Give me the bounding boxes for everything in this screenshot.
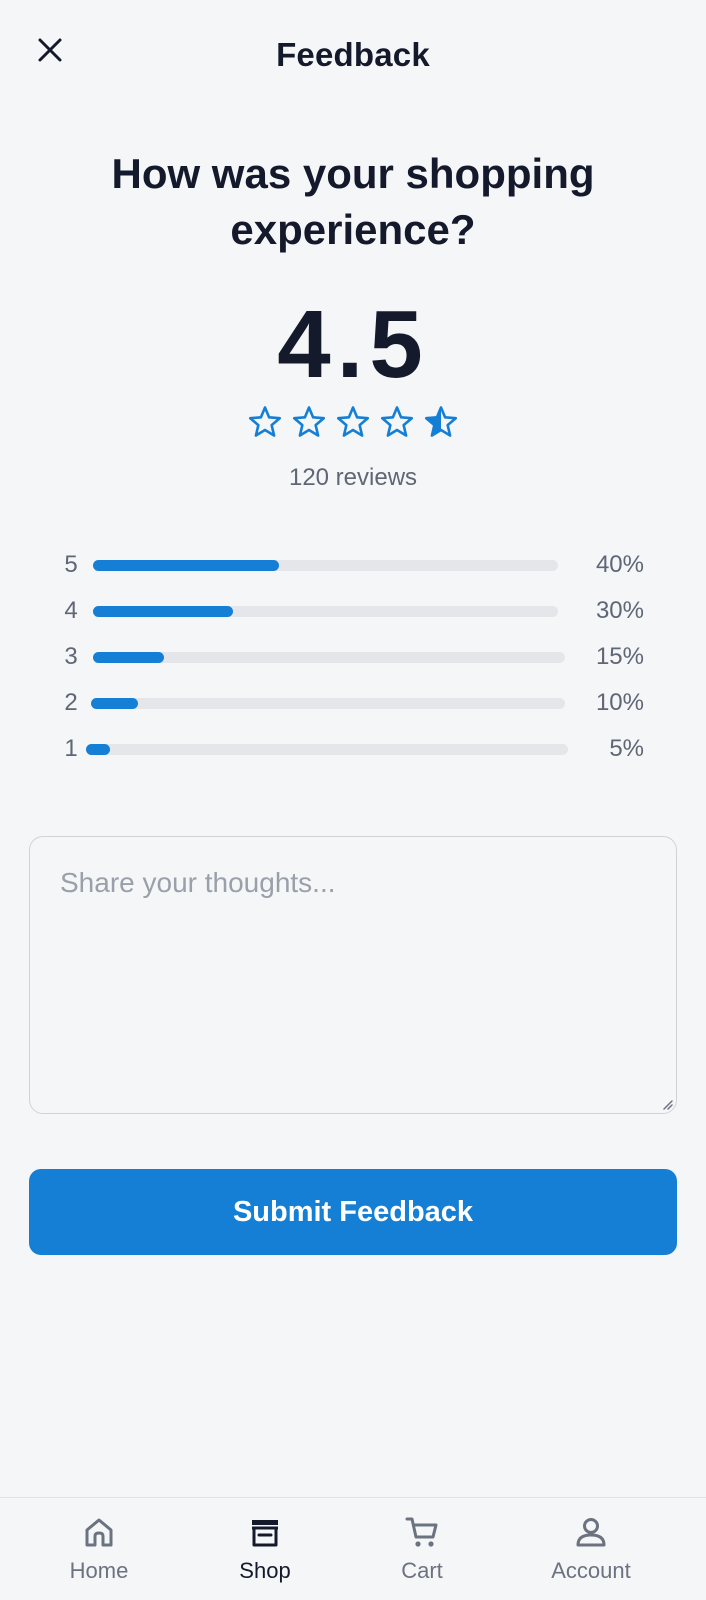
nav-label-shop: Shop	[239, 1558, 291, 1583]
store-icon	[252, 1520, 278, 1547]
star-icon	[380, 406, 414, 437]
distribution-percent: 5%	[609, 735, 644, 762]
nav-item-home[interactable]: Home	[29, 1498, 169, 1600]
distribution-row: 4 30%	[0, 596, 706, 626]
distribution-fill	[93, 560, 279, 571]
distribution-star-label: 2	[64, 689, 78, 716]
distribution-row: 1 5%	[0, 734, 706, 764]
review-count: 120 reviews	[288, 464, 418, 491]
distribution-percent: 15%	[595, 643, 644, 670]
submit-feedback-button[interactable]: Submit Feedback	[29, 1169, 677, 1255]
distribution-star-label: 4	[64, 597, 78, 624]
distribution-fill	[91, 698, 139, 709]
distribution-fill	[93, 652, 164, 663]
distribution-fill	[93, 606, 233, 617]
nav-label-home: Home	[69, 1558, 129, 1583]
distribution-row: 3 15%	[0, 642, 706, 672]
nav-label-cart: Cart	[401, 1558, 443, 1583]
distribution-track	[93, 652, 565, 663]
distribution-star-label: 3	[64, 643, 78, 670]
account-icon	[576, 1518, 606, 1547]
star-half-icon	[424, 406, 458, 437]
bottom-navigation: Home Shop Cart Account	[0, 1497, 706, 1600]
distribution-percent: 40%	[595, 551, 644, 578]
feedback-textarea[interactable]	[29, 836, 677, 1114]
nav-item-cart[interactable]: Cart	[352, 1498, 492, 1600]
resize-handle-icon[interactable]	[659, 1096, 673, 1110]
nav-item-account[interactable]: Account	[521, 1498, 661, 1600]
feedback-screen: Feedback How was your shopping experienc…	[0, 0, 706, 1600]
distribution-fill	[86, 744, 111, 755]
distribution-star-label: 1	[64, 735, 78, 762]
page-title: Feedback	[276, 36, 430, 73]
distribution-track	[91, 698, 565, 709]
distribution-star-label: 5	[64, 551, 78, 578]
star-icon	[336, 406, 370, 437]
distribution-track	[93, 606, 558, 617]
rating-score: 4.5	[277, 291, 429, 398]
distribution-row: 2 10%	[0, 688, 706, 718]
nav-label-account: Account	[551, 1558, 631, 1583]
distribution-track	[86, 744, 568, 755]
distribution-percent: 10%	[595, 689, 644, 716]
nav-item-shop[interactable]: Shop	[195, 1498, 335, 1600]
home-icon	[85, 1518, 113, 1547]
question-heading: How was your shopping experience?	[111, 150, 595, 253]
star-rating	[0, 404, 706, 440]
distribution-row: 5 40%	[0, 550, 706, 580]
header: Feedback	[0, 0, 706, 110]
distribution-percent: 30%	[595, 597, 644, 624]
star-icon	[292, 406, 326, 437]
distribution-track	[93, 560, 558, 571]
star-icon	[248, 406, 282, 437]
cart-icon	[405, 1517, 438, 1547]
